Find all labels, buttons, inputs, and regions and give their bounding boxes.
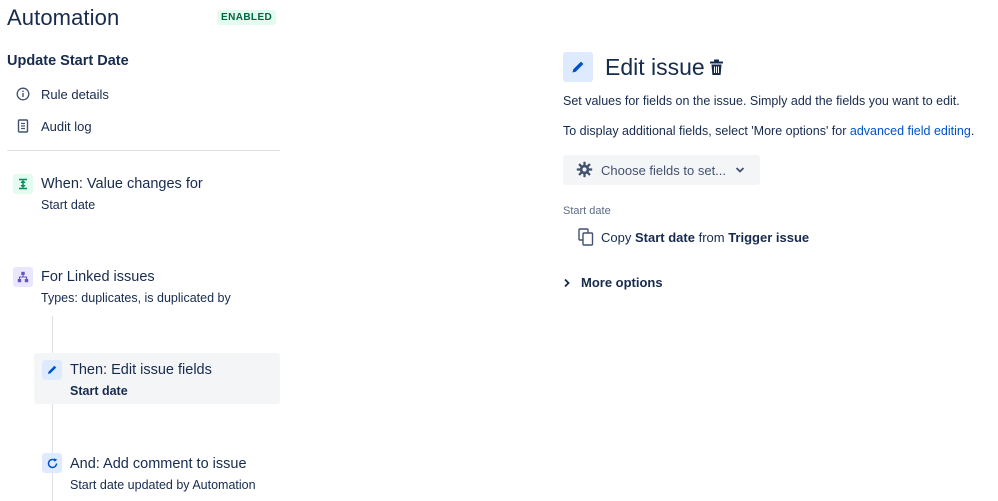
chevron-right-icon [563, 278, 575, 288]
nav-item-label: Audit log [41, 118, 92, 134]
status-badge: ENABLED [217, 10, 277, 25]
gear-icon [576, 161, 594, 179]
chevron-down-icon [735, 166, 745, 174]
info-icon [14, 85, 32, 103]
copy-icon [578, 228, 595, 246]
action-step-subtitle: Start date [70, 384, 128, 398]
pencil-icon [42, 360, 62, 380]
pencil-icon [563, 52, 593, 82]
field-label-start-date: Start date [563, 205, 611, 217]
copy-source: Trigger issue [728, 229, 810, 245]
hint-suffix: . [970, 124, 975, 138]
copy-from: from [698, 229, 725, 245]
rule-name: Update Start Date [7, 53, 129, 69]
copy-verb: Copy [601, 229, 632, 245]
nav-item-audit-log[interactable]: Audit log [14, 117, 92, 135]
nav-item-label: Rule details [41, 86, 109, 102]
panel-description: Set values for fields on the issue. Simp… [563, 94, 960, 108]
divider [7, 150, 280, 151]
panel-additional-fields-hint: To display additional fields, select 'Mo… [563, 124, 974, 138]
nav-item-rule-details[interactable]: Rule details [14, 85, 109, 103]
app-title: Automation [7, 5, 120, 30]
comment-refresh-icon [42, 453, 62, 473]
trash-icon[interactable] [707, 57, 725, 77]
choose-fields-button[interactable]: Choose fields to set... [563, 155, 760, 185]
branch-connector-line [52, 316, 53, 501]
action-step-title[interactable]: And: Add comment to issue [70, 456, 247, 472]
trigger-step-subtitle: Start date [41, 198, 96, 212]
action-step-subtitle: Start date updated by Automation [70, 478, 256, 492]
copy-field-name: Start date [634, 229, 695, 245]
document-icon [14, 117, 32, 135]
branch-step-title[interactable]: For Linked issues [41, 269, 155, 285]
panel-title: Edit issue [605, 54, 705, 80]
hint-text: To display additional fields, select 'Mo… [563, 124, 850, 138]
copy-field-row[interactable]: Copy Start date from Trigger issue [578, 228, 809, 246]
branch-icon [13, 267, 33, 287]
advanced-field-editing-link[interactable]: advanced field editing [850, 124, 971, 138]
choose-fields-label: Choose fields to set... [601, 162, 727, 178]
action-step-title[interactable]: Then: Edit issue fields [70, 362, 212, 378]
trigger-step-title[interactable]: When: Value changes for [41, 176, 203, 192]
more-options-toggle[interactable]: More options [563, 275, 663, 290]
more-options-label: More options [581, 275, 663, 290]
branch-step-subtitle: Types: duplicates, is duplicated by [41, 291, 231, 305]
trigger-icon [13, 174, 33, 194]
automation-rule-editor: Automation ENABLED Update Start Date Rul… [0, 0, 998, 501]
